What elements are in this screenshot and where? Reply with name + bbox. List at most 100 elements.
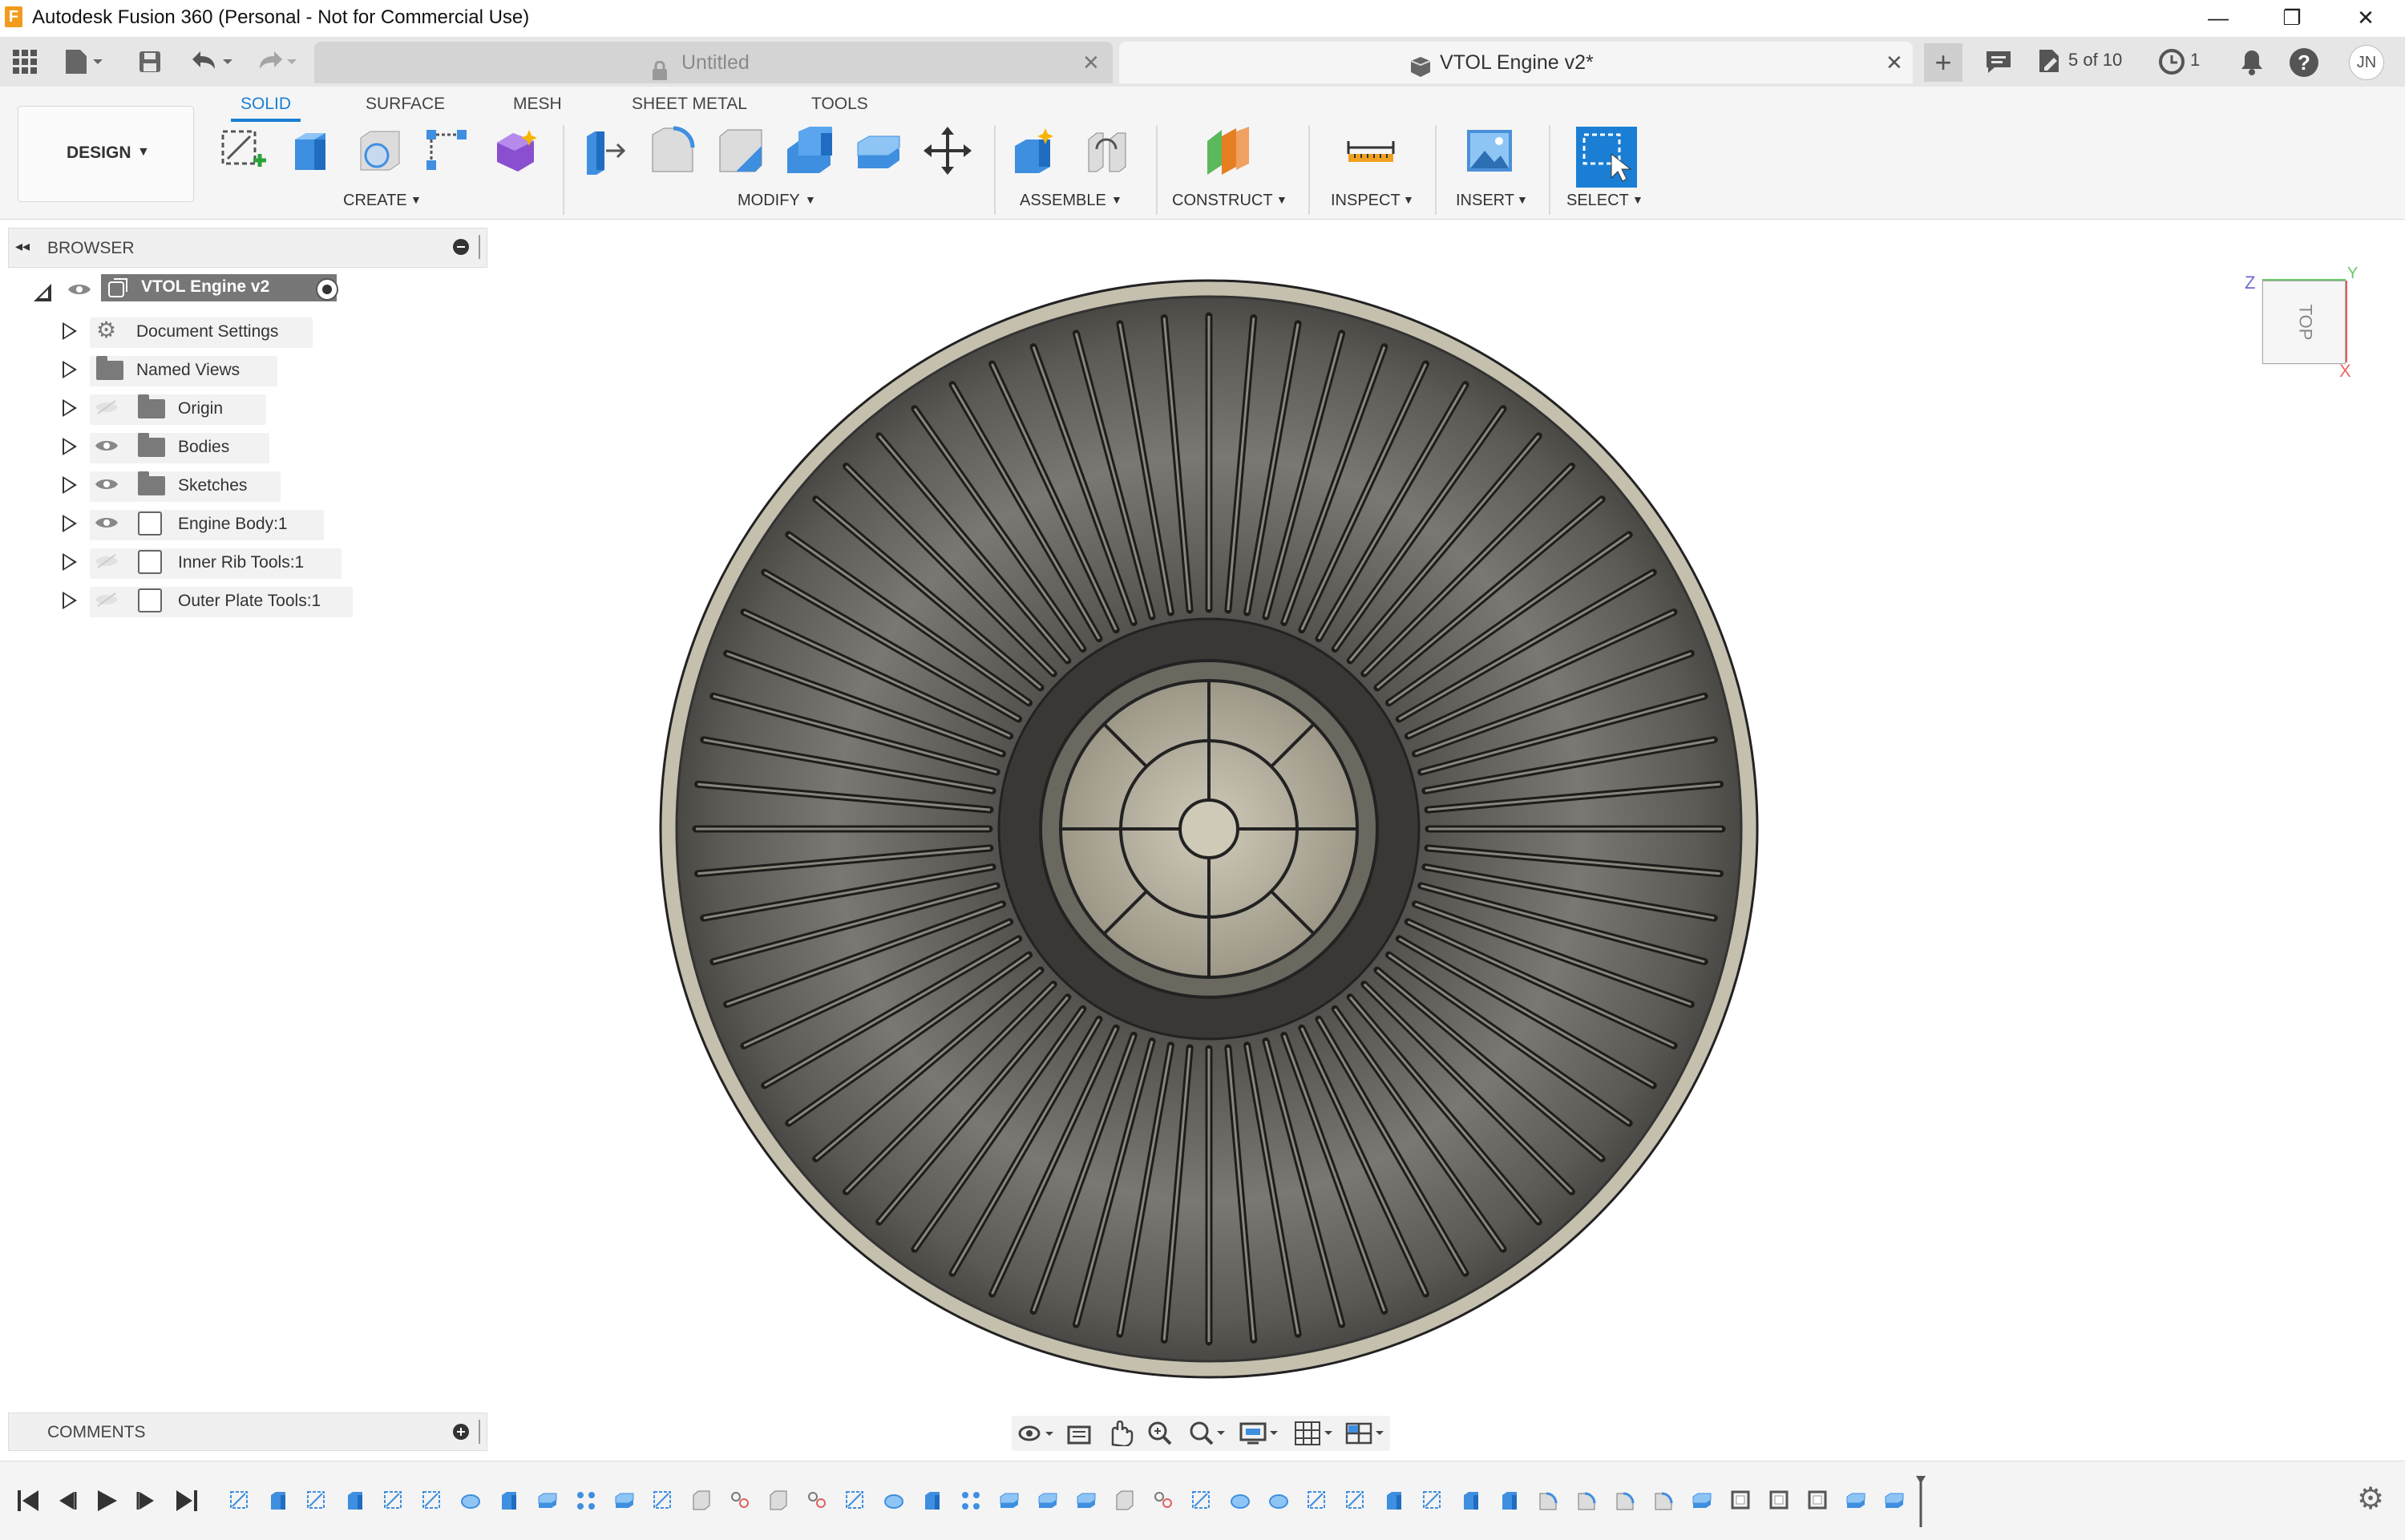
browser-item-chip[interactable]: Sketches [90,471,281,502]
engine-model[interactable] [497,220,2405,1406]
look-at-icon[interactable] [1066,1422,1093,1445]
browser-item-document-settings[interactable]: ⚙ Document Settings [0,313,481,350]
notifications-bell-icon[interactable] [2240,48,2264,75]
viewports-icon[interactable] [1345,1421,1387,1446]
eye-icon[interactable] [95,476,119,497]
eye-icon[interactable] [67,281,91,303]
timeline-feature-combine-icon[interactable] [999,1489,1020,1511]
timeline-settings-gear-icon[interactable]: ⚙ [2357,1484,2384,1514]
comment-icon[interactable] [1985,50,2012,74]
browser-item-bodies[interactable]: Bodies [0,428,481,465]
timeline-feature-sketch-icon[interactable] [229,1489,250,1511]
browser-item-origin[interactable]: Origin [0,390,481,426]
shell-icon[interactable] [784,125,835,176]
timeline-feature-joint-icon[interactable] [806,1489,827,1511]
timeline-feature-revolve-icon[interactable] [883,1489,904,1511]
browser-item-engine-body[interactable]: Engine Body:1 [0,505,481,542]
viewcube[interactable]: Z Y X TOP [2245,265,2365,393]
workspace-switcher[interactable]: DESIGN ▼ [18,106,194,202]
timeline-next-icon[interactable] [135,1489,159,1513]
expand-triangle-icon[interactable] [63,399,77,417]
timeline-feature-combine-icon[interactable] [1845,1489,1866,1511]
create-sketch-icon[interactable] [218,125,269,176]
timeline-feature-sketch-icon[interactable] [1345,1489,1366,1511]
close-window-button[interactable]: ✕ [2330,2,2402,34]
create-form-icon[interactable] [491,125,542,176]
timeline-feature-extrude-icon[interactable] [499,1489,519,1511]
offset-plane-icon[interactable] [1202,125,1254,176]
tab-solid[interactable]: SOLID [230,95,301,122]
tab-vtol-engine[interactable]: VTOL Engine v2* ✕ [1119,42,1913,83]
timeline-end-icon[interactable] [175,1489,199,1513]
measure-icon[interactable] [1345,125,1397,176]
new-tab-button[interactable]: + [1924,43,1962,82]
browser-item-named-views[interactable]: Named Views [0,351,481,388]
timeline-feature-combine-icon[interactable] [614,1489,635,1511]
timeline-feature-box-icon[interactable] [768,1489,789,1511]
insert-image-icon[interactable] [1464,125,1515,176]
pattern-icon[interactable] [422,125,473,176]
viewcube-face-top[interactable]: TOP [2262,281,2346,364]
timeline-feature-extrude-icon[interactable] [1384,1489,1405,1511]
tab-sheet-metal[interactable]: SHEET METAL [632,95,747,114]
tab-tools[interactable]: TOOLS [811,95,868,114]
minimize-button[interactable]: — [2182,2,2254,34]
expand-triangle-icon[interactable] [63,361,77,378]
fillet-icon[interactable] [648,125,699,176]
browser-item-sketches[interactable]: Sketches [0,467,481,503]
tab-surface[interactable]: SURFACE [366,95,445,114]
eye-icon[interactable] [95,515,119,536]
timeline-feature-shell-icon[interactable] [1730,1489,1751,1511]
timeline-feature-shell-icon[interactable] [1768,1489,1789,1511]
version-icon[interactable] [2036,48,2062,74]
timeline-start-icon[interactable] [16,1489,40,1513]
timeline-marker[interactable] [1916,1476,1926,1527]
timeline-feature-pattern-icon[interactable] [960,1489,981,1511]
grid-settings-icon[interactable] [1294,1421,1336,1446]
tab-untitled[interactable]: Untitled ✕ [314,42,1113,83]
close-tab-icon[interactable]: ✕ [1082,42,1100,83]
timeline-feature-fillet-icon[interactable] [1576,1489,1597,1511]
browser-item-chip[interactable]: Inner Rib Tools:1 [90,548,342,579]
timeline-feature-sketch-icon[interactable] [1191,1489,1212,1511]
group-create[interactable]: CREATE [343,192,407,210]
expand-triangle-icon[interactable] [63,592,77,609]
browser-item-inner-rib-tools[interactable]: Inner Rib Tools:1 [0,544,481,580]
collapse-triangle-icon[interactable] [32,282,53,308]
group-insert[interactable]: INSERT [1456,192,1514,210]
tab-mesh[interactable]: MESH [513,95,562,114]
timeline-play-icon[interactable] [95,1489,119,1513]
browser-item-outer-plate-tools[interactable]: Outer Plate Tools:1 [0,582,481,619]
browser-item-chip[interactable]: Outer Plate Tools:1 [90,587,353,617]
help-icon[interactable]: ? [2290,48,2318,77]
expand-triangle-icon[interactable] [63,438,77,455]
extrude-icon[interactable] [285,125,337,176]
timeline-feature-shell-icon[interactable] [1807,1489,1828,1511]
redo-icon[interactable] [253,48,301,75]
new-component-icon[interactable] [1010,125,1061,176]
browser-panel-header[interactable]: ◂◂ BROWSER [8,228,487,268]
timeline-feature-combine-icon[interactable] [1037,1489,1058,1511]
timeline-feature-pattern-icon[interactable] [576,1489,596,1511]
close-tab-icon[interactable]: ✕ [1886,42,1903,83]
expand-triangle-icon[interactable] [63,553,77,571]
browser-item-chip[interactable]: Engine Body:1 [90,510,324,540]
expand-triangle-icon[interactable] [63,476,77,494]
save-icon[interactable] [138,50,162,74]
group-modify[interactable]: MODIFY [738,192,800,210]
group-select[interactable]: SELECT [1566,192,1629,210]
timeline-feature-sketch-icon[interactable] [845,1489,866,1511]
zoom-icon[interactable] [1146,1421,1174,1446]
timeline-feature-revolve-icon[interactable] [1268,1489,1289,1511]
timeline-feature-sketch-icon[interactable] [383,1489,404,1511]
timeline-prev-icon[interactable] [55,1489,79,1513]
timeline-feature-extrude-icon[interactable] [345,1489,366,1511]
user-avatar[interactable]: JN [2349,45,2384,80]
minus-circle-icon[interactable] [453,239,469,255]
browser-item-chip[interactable]: Named Views [90,356,277,386]
timeline-feature-sketch-icon[interactable] [653,1489,673,1511]
version-label[interactable]: 5 of 10 [2068,50,2122,71]
press-pull-icon[interactable] [579,125,630,176]
move-copy-icon[interactable] [922,125,973,176]
browser-root-node[interactable]: VTOL Engine v2 [24,274,361,311]
